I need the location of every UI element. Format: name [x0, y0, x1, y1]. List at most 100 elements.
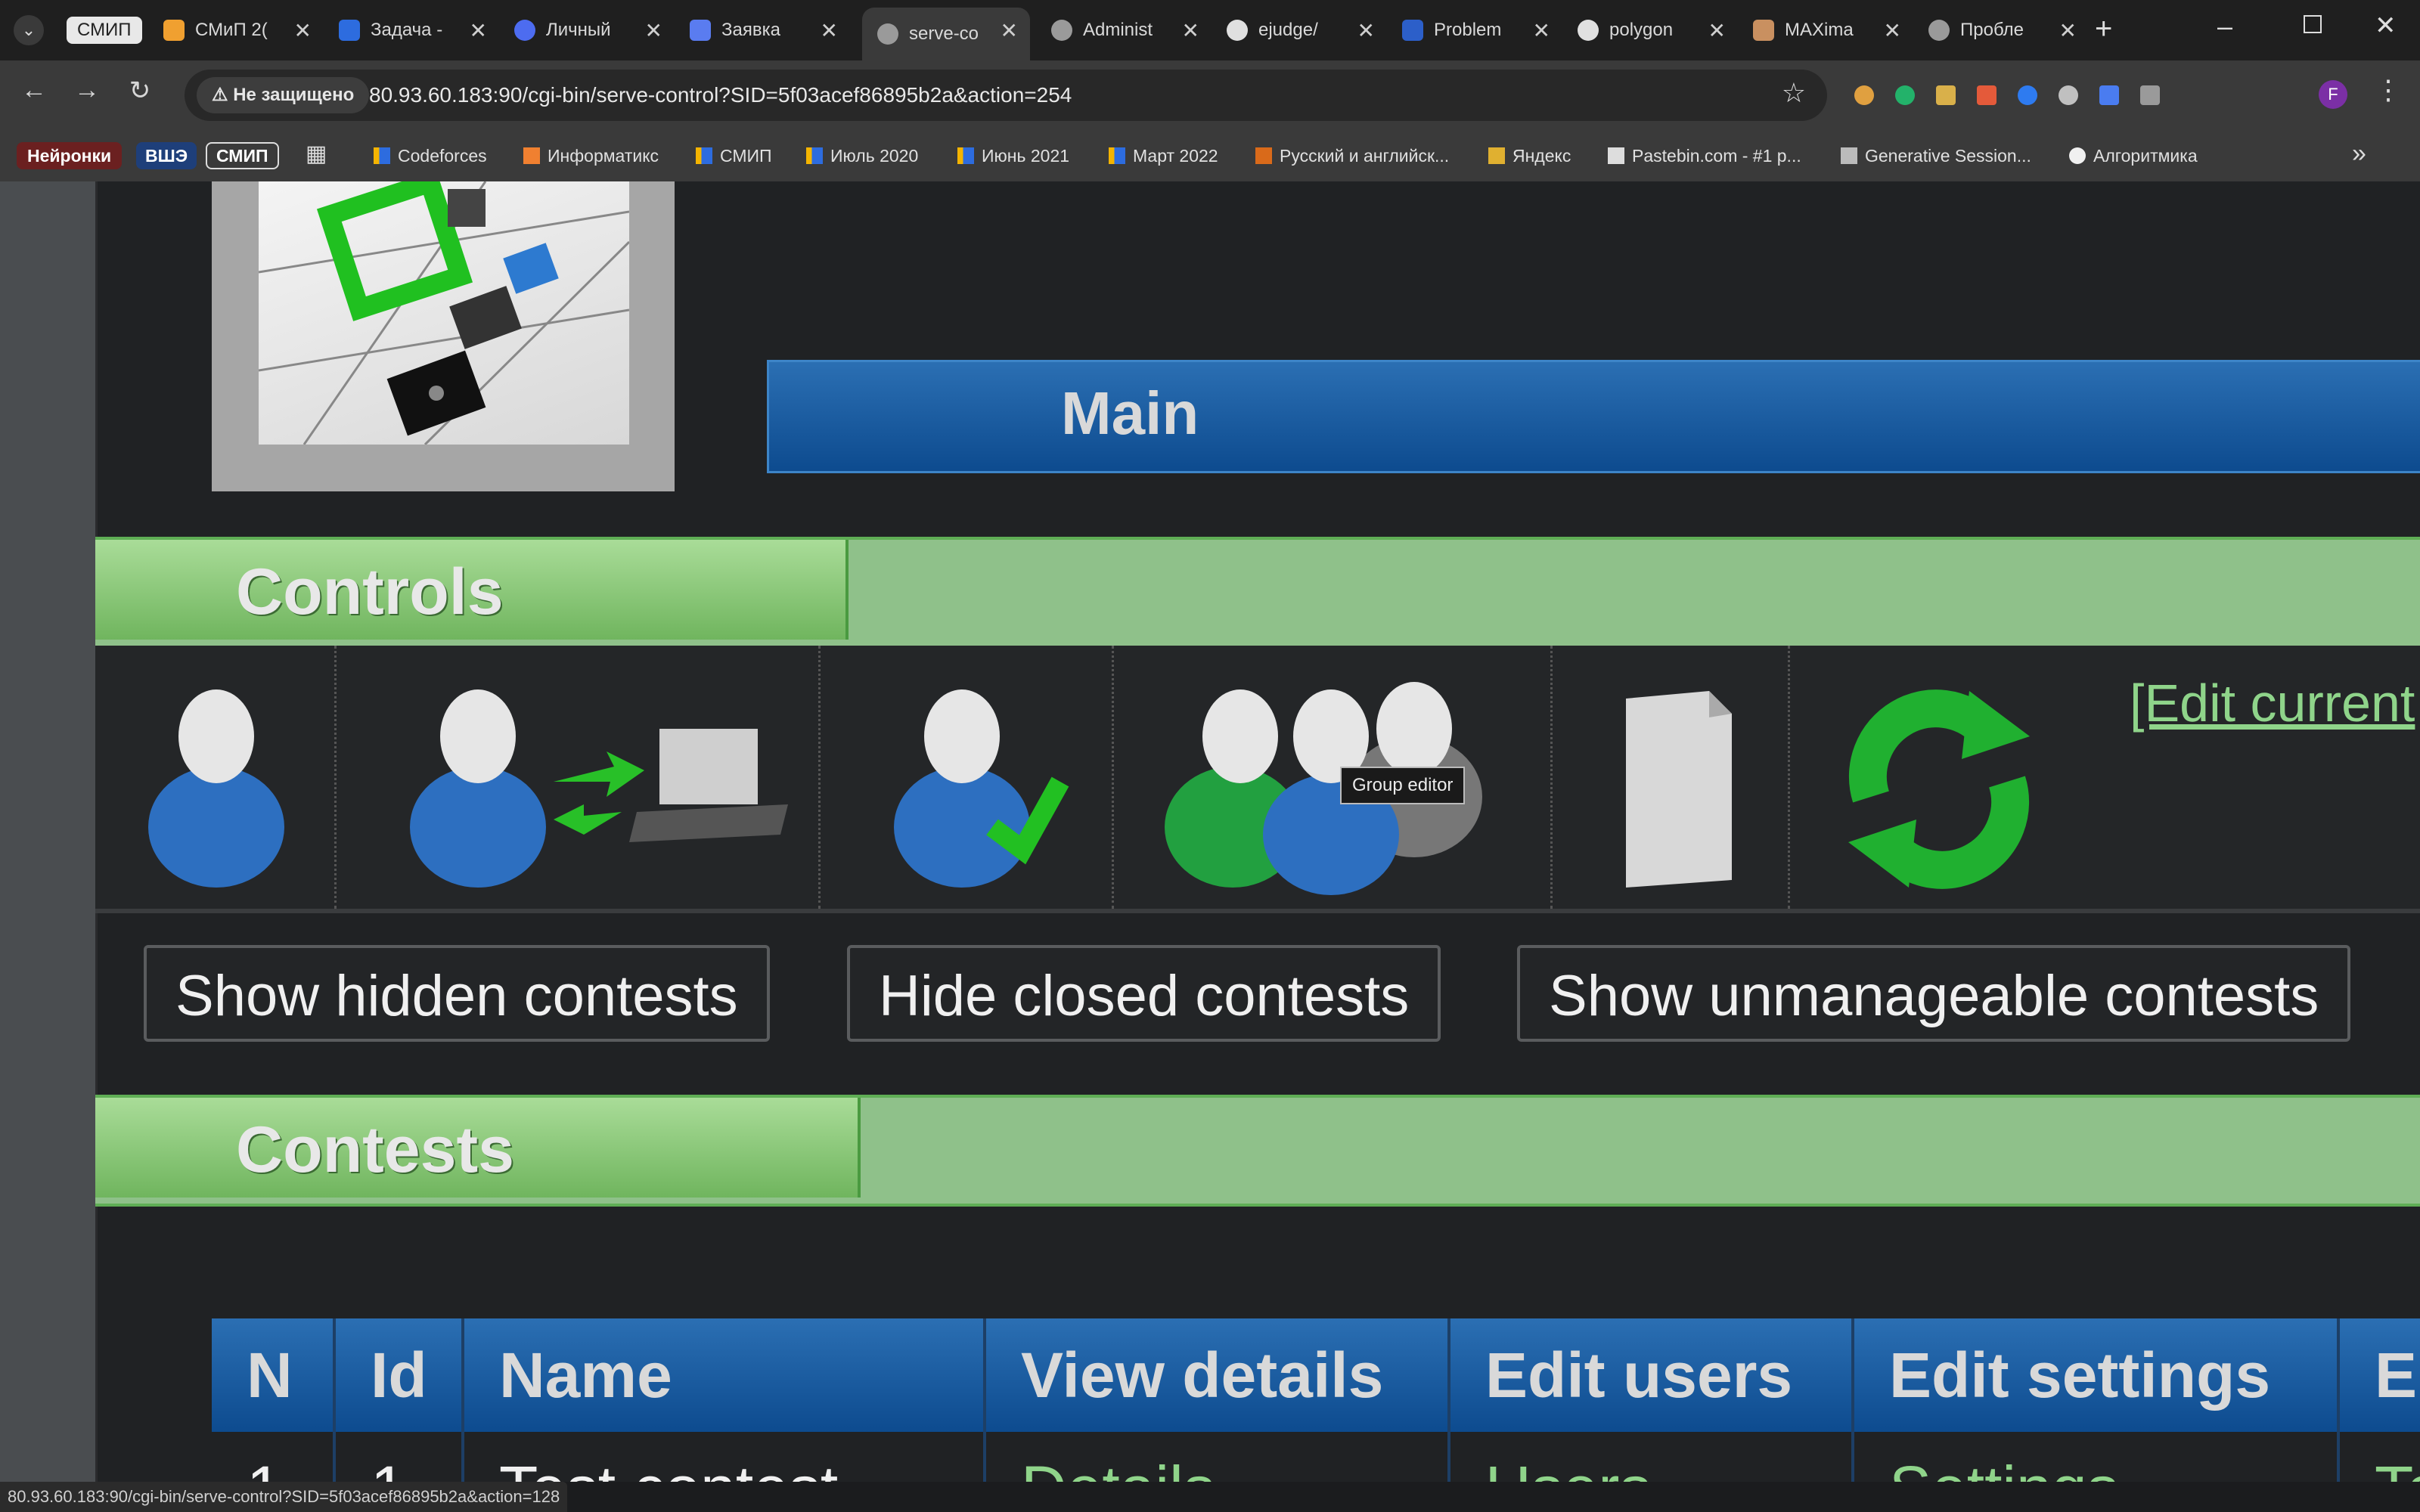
- apps-grid-icon[interactable]: ▦: [306, 141, 327, 167]
- close-window-button[interactable]: ✕: [2375, 11, 2397, 41]
- close-icon[interactable]: ✕: [1884, 18, 1901, 43]
- security-warning[interactable]: ⚠ Не защищено: [197, 77, 370, 113]
- extension-icon[interactable]: [1854, 85, 1874, 105]
- bookmark-item[interactable]: Июнь 2021: [957, 142, 1069, 169]
- translate-icon[interactable]: [2099, 85, 2119, 105]
- user-check-icon-cell[interactable]: [818, 646, 1114, 909]
- bookmark-label: Яндекс: [1512, 146, 1571, 166]
- bookmark-item[interactable]: СМИП: [696, 142, 772, 169]
- warning-icon: ⚠: [212, 85, 234, 105]
- user-computer-icon-cell[interactable]: [334, 646, 821, 909]
- show-hidden-contests-button[interactable]: Show hidden contests: [144, 945, 770, 1042]
- browser-tab-10[interactable]: Пробле ✕: [1913, 11, 2089, 50]
- hide-closed-contests-button[interactable]: Hide closed contests: [847, 945, 1441, 1042]
- column-header: Id: [336, 1318, 464, 1432]
- close-icon[interactable]: ✕: [1182, 18, 1199, 43]
- document-icon-cell[interactable]: [1550, 646, 1790, 909]
- show-unmanageable-contests-button[interactable]: Show unmanageable contests: [1517, 945, 2351, 1042]
- browser-tab-1[interactable]: Задача - ✕: [324, 11, 499, 50]
- refresh-icon-cell[interactable]: [1788, 646, 2090, 909]
- main-menu-bar[interactable]: Main: [767, 360, 2420, 473]
- close-icon[interactable]: ✕: [470, 18, 487, 43]
- tab-label: serve-co: [909, 23, 979, 44]
- minimize-button[interactable]: –: [2217, 11, 2232, 42]
- close-icon[interactable]: ✕: [1533, 18, 1550, 43]
- tab-group-chip[interactable]: СМИП: [67, 17, 142, 44]
- bookmark-item[interactable]: Алгоритмика: [2069, 142, 2198, 169]
- table-cell-n: 1: [212, 1432, 336, 1482]
- bookmark-site-icon: [1255, 147, 1272, 164]
- browser-tab-2[interactable]: Личный ✕: [499, 11, 675, 50]
- extension-icon[interactable]: [1895, 85, 1915, 105]
- bar-chart-icon: [374, 147, 390, 164]
- bookmark-item[interactable]: Pastebin.com - #1 p...: [1608, 142, 1801, 169]
- close-icon[interactable]: ✕: [645, 18, 662, 43]
- bookmark-item[interactable]: Русский и английск...: [1255, 142, 1449, 169]
- details-link[interactable]: Details: [1021, 1453, 1215, 1482]
- close-icon[interactable]: ✕: [821, 18, 838, 43]
- close-icon[interactable]: ✕: [294, 18, 312, 43]
- users-link[interactable]: Users: [1485, 1453, 1651, 1482]
- puzzle-icon[interactable]: [2140, 85, 2160, 105]
- bookmark-folder-pill[interactable]: СМИП: [206, 142, 279, 169]
- bookmark-label: Generative Session...: [1865, 146, 2031, 166]
- table-cell-next: Te: [2340, 1432, 2420, 1482]
- settings-link[interactable]: Settings: [1889, 1453, 2119, 1482]
- reload-icon[interactable]: ↻: [121, 76, 159, 106]
- bookmark-item[interactable]: Март 2022: [1109, 142, 1218, 169]
- extension-icon[interactable]: [2059, 85, 2078, 105]
- contests-label: Contests: [236, 1114, 514, 1186]
- browser-tab-9[interactable]: MAXima ✕: [1738, 11, 1913, 50]
- bookmark-item[interactable]: Яндекс: [1488, 142, 1571, 169]
- bookmark-item[interactable]: Codeforces: [374, 142, 487, 169]
- extension-icon[interactable]: [1936, 85, 1956, 105]
- bookmark-item[interactable]: Июль 2020: [806, 142, 918, 169]
- next-column-link[interactable]: Te: [2375, 1453, 2420, 1482]
- star-icon[interactable]: ☆: [1782, 77, 1806, 109]
- yandex-icon: [1488, 147, 1505, 164]
- tab-label: Заявка: [721, 20, 780, 40]
- algorithmika-icon: [2069, 147, 2086, 164]
- restore-button[interactable]: [2304, 15, 2322, 33]
- back-arrow-icon[interactable]: ←: [15, 76, 53, 105]
- table-cell-details: Details: [986, 1432, 1450, 1482]
- tab-search-button[interactable]: ⌄: [14, 15, 44, 45]
- tab-label: Личный: [546, 20, 611, 40]
- user-icon-cell[interactable]: [95, 646, 337, 909]
- extension-icon[interactable]: [1977, 85, 1996, 105]
- refresh-icon: [1848, 689, 2030, 889]
- tab-label: MAXima: [1785, 20, 1854, 40]
- tab-favicon: [514, 20, 535, 41]
- new-tab-button[interactable]: +: [2095, 12, 2112, 46]
- forward-arrow-icon[interactable]: →: [68, 76, 106, 105]
- user-computer-icon: [410, 689, 788, 888]
- bookmarks-overflow-icon[interactable]: »: [2352, 139, 2366, 169]
- bookmark-label: Русский и английск...: [1280, 146, 1450, 166]
- browser-tab-5[interactable]: Administ ✕: [1036, 11, 1212, 50]
- close-icon[interactable]: ✕: [1708, 18, 1726, 43]
- bookmark-item[interactable]: Generative Session...: [1841, 142, 2031, 169]
- bookmark-item[interactable]: Информатикс: [523, 142, 659, 169]
- browser-tab-active[interactable]: serve-co ✕: [862, 8, 1030, 60]
- menu-icon[interactable]: ⋮: [2375, 74, 2402, 106]
- bookmark-folder-pill[interactable]: ВШЭ: [136, 142, 197, 169]
- close-icon[interactable]: ✕: [1001, 18, 1018, 43]
- url-text[interactable]: 80.93.60.183:90/cgi-bin/serve-control?SI…: [369, 70, 1072, 121]
- pastebin-icon: [1608, 147, 1624, 164]
- browser-tab-8[interactable]: polygon ✕: [1562, 11, 1738, 50]
- browser-tab-7[interactable]: Problem ✕: [1387, 11, 1562, 50]
- extension-icon[interactable]: [2018, 85, 2037, 105]
- column-header: Edit users: [1450, 1318, 1854, 1432]
- address-bar[interactable]: ⚠ Не защищено 80.93.60.183:90/cgi-bin/se…: [185, 70, 1827, 121]
- browser-tab-0[interactable]: СМиП 2(✕: [148, 11, 324, 50]
- bookmark-folder-pill[interactable]: Нейронки: [17, 142, 123, 169]
- profile-avatar[interactable]: F: [2319, 80, 2347, 109]
- edit-current-link[interactable]: [Edit current: [2130, 673, 2415, 733]
- group-editor-icon-cell[interactable]: [1112, 646, 1553, 909]
- close-icon[interactable]: ✕: [1357, 18, 1375, 43]
- close-icon[interactable]: ✕: [2059, 18, 2077, 43]
- controls-label-box: Controls: [95, 540, 849, 640]
- browser-tab-3[interactable]: Заявка ✕: [675, 11, 850, 50]
- browser-tab-6[interactable]: ejudge/ ✕: [1212, 11, 1387, 50]
- informatics-icon: [523, 147, 540, 164]
